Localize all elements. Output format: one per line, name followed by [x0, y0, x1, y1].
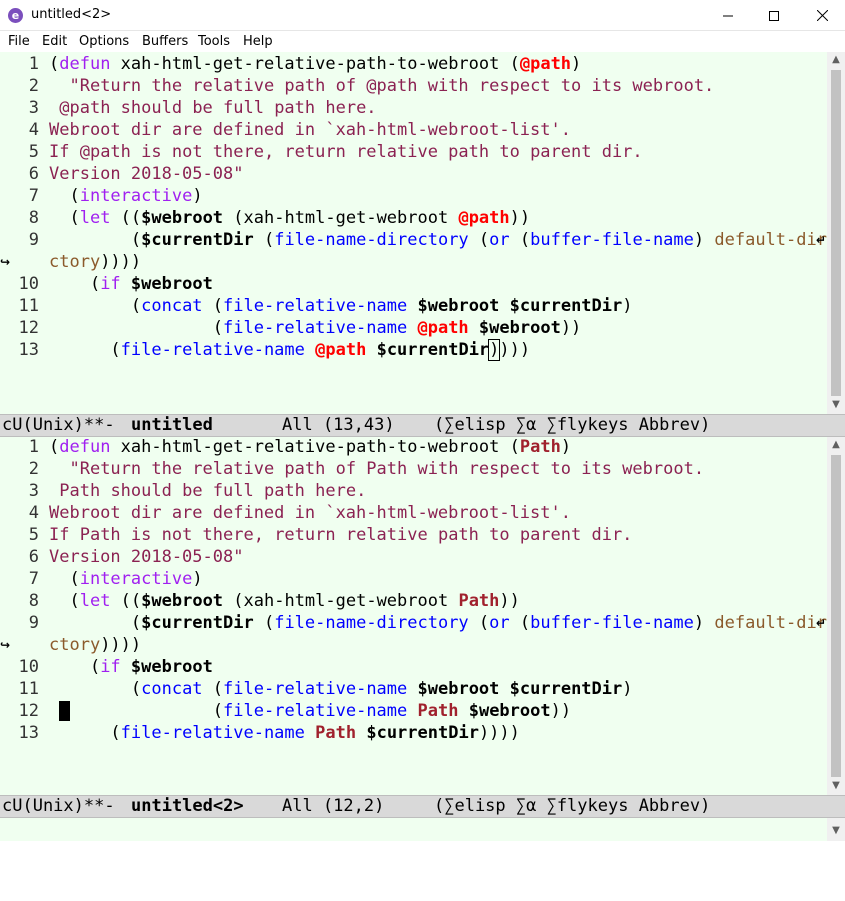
minimize-button[interactable]	[705, 0, 751, 31]
code-line: 1 (defun xah-html-get-relative-path-to-we…	[28, 437, 572, 457]
code-line: 7 (interactive)	[28, 186, 203, 206]
line-wrap-icon: ↵	[816, 233, 827, 247]
menu-options[interactable]: Options	[79, 34, 129, 49]
emacs-icon: e	[8, 8, 23, 23]
code-line: 12 (file-relative-name Path $webroot))	[18, 701, 572, 721]
line-wrap-icon: ↵	[816, 616, 827, 630]
modeline-position: All (12,2)	[282, 796, 385, 816]
scroll-up-icon[interactable]: ▲	[827, 437, 845, 453]
code-line: 9 ($currentDir (file-name-directory (or …	[28, 613, 827, 633]
menu-help[interactable]: Help	[243, 34, 273, 49]
scrollbar-top[interactable]: ▲ ▼	[827, 52, 845, 414]
code-line: 8 (let (($webroot (xah-html-get-webroot …	[28, 591, 520, 611]
scroll-down-icon[interactable]: ▼	[827, 778, 845, 794]
line-continue-icon: ↪	[0, 638, 11, 652]
modeline-modes[interactable]: (∑elisp ∑α ∑flykeys Abbrev)	[434, 796, 710, 817]
window-title: untitled<2>	[31, 7, 112, 22]
code-line: 7 (interactive)	[28, 569, 203, 589]
menu-file[interactable]: File	[8, 34, 30, 49]
code-line: 4 Webroot dir are defined in `xah-html-we…	[28, 120, 571, 140]
menu-edit[interactable]: Edit	[42, 34, 67, 49]
title-bar: e untitled<2>	[0, 0, 845, 31]
scroll-down-icon[interactable]: ▼	[827, 397, 845, 413]
code-line: 10 (if $webroot	[18, 274, 213, 294]
code-line: 2 "Return the relative path of @path wit…	[28, 76, 715, 96]
modeline-modes[interactable]: (∑elisp ∑α ∑flykeys Abbrev)	[434, 415, 710, 436]
code-line: 13 (file-relative-name Path $currentDir)…	[18, 723, 520, 743]
modeline-status: cU(Unix)**-	[2, 415, 115, 435]
editor-pane-top[interactable]: 1 (defun xah-html-get-relative-path-to-we…	[0, 52, 827, 414]
code-line: 13 (file-relative-name @path $currentDir…	[18, 339, 531, 361]
scroll-down-icon[interactable]: ▼	[827, 823, 845, 839]
maximize-button[interactable]	[751, 0, 797, 31]
modeline-status: cU(Unix)**-	[2, 796, 115, 816]
modeline-buffer-name[interactable]: untitled	[131, 415, 213, 436]
code-line: 4 Webroot dir are defined in `xah-html-we…	[28, 503, 571, 523]
close-icon	[816, 10, 828, 21]
mode-line-top: cU(Unix)**- untitled All (13,43) (∑elisp…	[0, 414, 845, 437]
text-cursor: )	[488, 339, 501, 361]
code-line: 9 ($currentDir (file-name-directory (or …	[28, 230, 827, 250]
menu-bar: File Edit Options Buffers Tools Help	[0, 31, 845, 52]
echo-area[interactable]	[0, 818, 845, 841]
maximize-icon	[769, 10, 779, 21]
scrollbar-bottom[interactable]: ▲ ▼	[827, 437, 845, 795]
close-button[interactable]	[799, 0, 845, 31]
code-line: ctory))))	[49, 635, 142, 655]
code-line: 6 Version 2018-05-08"	[28, 164, 244, 184]
code-line: 1 (defun xah-html-get-relative-path-to-we…	[28, 54, 582, 74]
modeline-buffer-name[interactable]: untitled<2>	[131, 796, 244, 817]
code-line: 12 (file-relative-name @path $webroot))	[18, 318, 582, 338]
scroll-thumb[interactable]	[831, 455, 841, 777]
code-line: 6 Version 2018-05-08"	[28, 547, 244, 567]
code-line: 5 If @path is not there, return relative …	[28, 142, 643, 162]
code-line: ctory))))	[49, 252, 142, 272]
code-line: 3 @path should be full path here.	[28, 98, 377, 118]
scroll-thumb[interactable]	[831, 70, 841, 396]
code-line: 5 If Path is not there, return relative p…	[28, 525, 633, 545]
code-line: 11 (concat (file-relative-name $webroot …	[18, 296, 633, 316]
code-line: 2 "Return the relative path of Path with…	[28, 459, 705, 479]
mode-line-bottom: cU(Unix)**- untitled<2> All (12,2) (∑eli…	[0, 795, 845, 818]
menu-buffers[interactable]: Buffers	[142, 34, 188, 49]
line-continue-icon: ↪	[0, 255, 11, 269]
scroll-up-icon[interactable]: ▲	[827, 52, 845, 68]
minimize-icon	[723, 15, 733, 16]
code-line: 3 Path should be full path here.	[28, 481, 367, 501]
editor-pane-bottom[interactable]: 1 (defun xah-html-get-relative-path-to-we…	[0, 437, 827, 795]
echo-scroll: ▼	[827, 818, 845, 841]
code-line: 11 (concat (file-relative-name $webroot …	[18, 679, 633, 699]
modeline-position: All (13,43)	[282, 415, 395, 435]
code-line: 8 (let (($webroot (xah-html-get-webroot …	[28, 208, 531, 228]
code-line: 10 (if $webroot	[18, 657, 213, 677]
menu-tools[interactable]: Tools	[198, 34, 230, 49]
text-cursor	[59, 701, 70, 721]
